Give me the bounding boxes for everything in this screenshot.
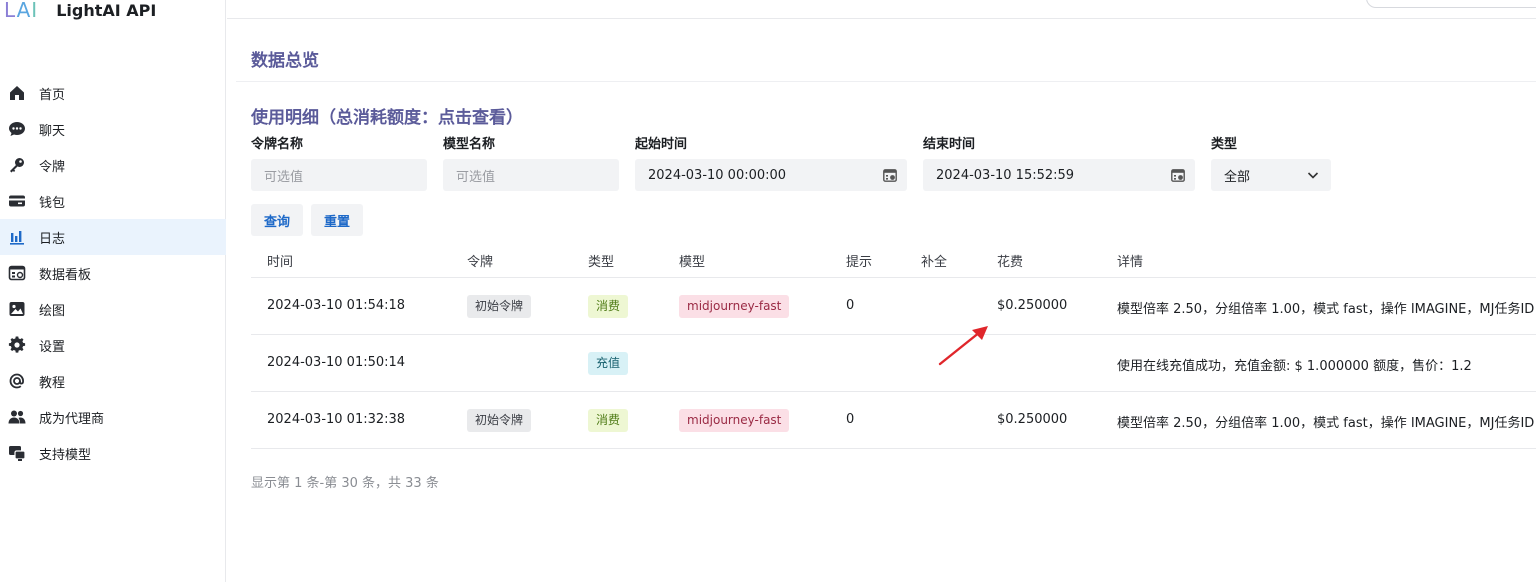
brand-title: LightAI API [56, 0, 157, 20]
chat-icon [8, 120, 26, 138]
page-title: 数据总览 [251, 51, 319, 71]
column-header-cost[interactable]: 花费 [997, 251, 1023, 270]
sidebar-item-label: 首页 [39, 87, 66, 103]
sidebar-item-label: 绘图 [39, 303, 66, 319]
type-tag: 消费 [588, 409, 629, 432]
sidebar-item-drawing[interactable]: 绘图 [0, 291, 226, 327]
cell-prompt: 0 [846, 412, 855, 427]
usage-detail-title[interactable]: 使用明细（总消耗额度：点击查看） [251, 103, 523, 128]
start-time-input[interactable]: 2024-03-10 00:00:00 [635, 159, 907, 191]
key-icon [8, 156, 26, 174]
header-search-box[interactable] [1366, 0, 1536, 8]
type-tag: 充值 [588, 352, 629, 375]
gear-icon [8, 336, 26, 354]
sidebar-nav: 首页 聊天 令牌 钱包 日志 数据看板 绘图 设置 教程 成为代理商 支持模型 [0, 75, 226, 471]
sidebar-item-wallet[interactable]: 钱包 [0, 183, 226, 219]
users-icon [8, 408, 26, 426]
cell-detail: 模型倍率 2.50，分组倍率 1.00，模式 fast，操作 IMAGINE，M… [1117, 416, 1535, 431]
end-time-label: 结束时间 [923, 137, 976, 152]
sidebar-item-token[interactable]: 令牌 [0, 147, 226, 183]
column-header-model[interactable]: 模型 [679, 251, 705, 270]
token-tag: 初始令牌 [467, 409, 532, 432]
wallet-icon [8, 192, 26, 210]
end-time-filter: 结束时间 2024-03-10 15:52:59 [923, 137, 1195, 191]
model-icon [8, 444, 26, 462]
cell-cost: $0.250000 [997, 412, 1068, 427]
table-row[interactable]: 2024-03-10 01:32:38 初始令牌 消费 midjourney-f… [251, 392, 1536, 449]
calendar-icon [883, 169, 897, 182]
sidebar-item-label: 令牌 [39, 159, 66, 175]
sidebar-item-label: 数据看板 [39, 267, 92, 283]
sidebar-item-home[interactable]: 首页 [0, 75, 226, 111]
brand[interactable]: LAI LightAI API [4, 0, 156, 22]
cell-time: 2024-03-10 01:50:14 [267, 355, 406, 370]
sidebar-item-chat[interactable]: 聊天 [0, 111, 226, 147]
type-filter: 类型 全部 [1211, 137, 1331, 191]
query-button[interactable]: 查询 [251, 204, 303, 236]
bar-chart-icon [8, 228, 26, 246]
app-window: LAI LightAI API 首页 聊天 令牌 钱包 日志 数据看板 绘图 设… [0, 0, 1536, 582]
sidebar-item-label: 成为代理商 [39, 411, 105, 427]
table-row[interactable]: 2024-03-10 01:54:18 初始令牌 消费 midjourney-f… [251, 278, 1536, 335]
divider [236, 81, 1536, 82]
start-time-filter: 起始时间 2024-03-10 00:00:00 [635, 137, 907, 191]
cell-cost: $0.250000 [997, 298, 1068, 313]
sidebar-item-label: 钱包 [39, 195, 66, 211]
chevron-down-icon [1307, 172, 1319, 179]
model-tag: midjourney-fast [679, 295, 790, 318]
sidebar-item-tutorial[interactable]: 教程 [0, 363, 226, 399]
cell-time: 2024-03-10 01:54:18 [267, 298, 406, 313]
pagination-info: 显示第 1 条-第 30 条，共 33 条 [251, 476, 439, 491]
annotation-arrow-icon [938, 326, 988, 366]
sidebar: LAI LightAI API 首页 聊天 令牌 钱包 日志 数据看板 绘图 设… [0, 0, 226, 582]
end-time-value: 2024-03-10 15:52:59 [936, 167, 1075, 183]
token-tag: 初始令牌 [467, 295, 532, 318]
logo-icon: LAI [4, 0, 39, 22]
column-header-type[interactable]: 类型 [588, 251, 614, 270]
sidebar-item-label: 支持模型 [39, 447, 92, 463]
sidebar-item-settings[interactable]: 设置 [0, 327, 226, 363]
calendar-icon [1171, 169, 1185, 182]
type-label: 类型 [1211, 137, 1238, 152]
sidebar-item-dashboard[interactable]: 数据看板 [0, 255, 226, 291]
top-header [227, 0, 1536, 19]
usage-table: 时间 令牌 类型 模型 提示 补全 花费 详情 2024-03-10 01:54… [251, 240, 1536, 449]
column-header-prompt[interactable]: 提示 [846, 251, 872, 270]
cell-prompt: 0 [846, 298, 855, 313]
model-name-filter: 模型名称 可选值 [443, 137, 619, 191]
sidebar-item-agent[interactable]: 成为代理商 [0, 399, 226, 435]
image-icon [8, 300, 26, 318]
column-header-detail[interactable]: 详情 [1117, 251, 1143, 270]
table-row[interactable]: 2024-03-10 01:50:14 充值 使用在线充值成功，充值金额: $ … [251, 335, 1536, 392]
cell-detail: 模型倍率 2.50，分组倍率 1.00，模式 fast，操作 IMAGINE，M… [1117, 302, 1535, 317]
column-header-token[interactable]: 令牌 [467, 251, 493, 270]
end-time-input[interactable]: 2024-03-10 15:52:59 [923, 159, 1195, 191]
sidebar-item-label: 设置 [39, 339, 66, 355]
table-header: 时间 令牌 类型 模型 提示 补全 花费 详情 [251, 240, 1536, 278]
sidebar-item-label: 教程 [39, 375, 66, 391]
token-name-label: 令牌名称 [251, 137, 304, 152]
cell-time: 2024-03-10 01:32:38 [267, 412, 406, 427]
start-time-label: 起始时间 [635, 137, 688, 152]
type-select-value: 全部 [1224, 169, 1251, 185]
home-icon [8, 84, 26, 102]
reset-button[interactable]: 重置 [311, 204, 363, 236]
sidebar-item-label: 日志 [39, 231, 66, 247]
cell-detail: 使用在线充值成功，充值金额: $ 1.000000 额度，售价：1.2 [1117, 359, 1472, 374]
type-select[interactable]: 全部 [1211, 159, 1331, 191]
at-icon [8, 372, 26, 390]
token-name-input[interactable]: 可选值 [251, 159, 427, 191]
sidebar-item-logs[interactable]: 日志 [0, 219, 226, 255]
start-time-value: 2024-03-10 00:00:00 [648, 167, 787, 183]
model-tag: midjourney-fast [679, 409, 790, 432]
model-name-label: 模型名称 [443, 137, 496, 152]
sidebar-item-models[interactable]: 支持模型 [0, 435, 226, 471]
sidebar-item-label: 聊天 [39, 123, 66, 139]
type-tag: 消费 [588, 295, 629, 318]
model-name-input[interactable]: 可选值 [443, 159, 619, 191]
column-header-completion[interactable]: 补全 [921, 251, 947, 270]
dashboard-icon [8, 264, 26, 282]
token-name-filter: 令牌名称 可选值 [251, 137, 427, 191]
column-header-time[interactable]: 时间 [267, 251, 293, 270]
